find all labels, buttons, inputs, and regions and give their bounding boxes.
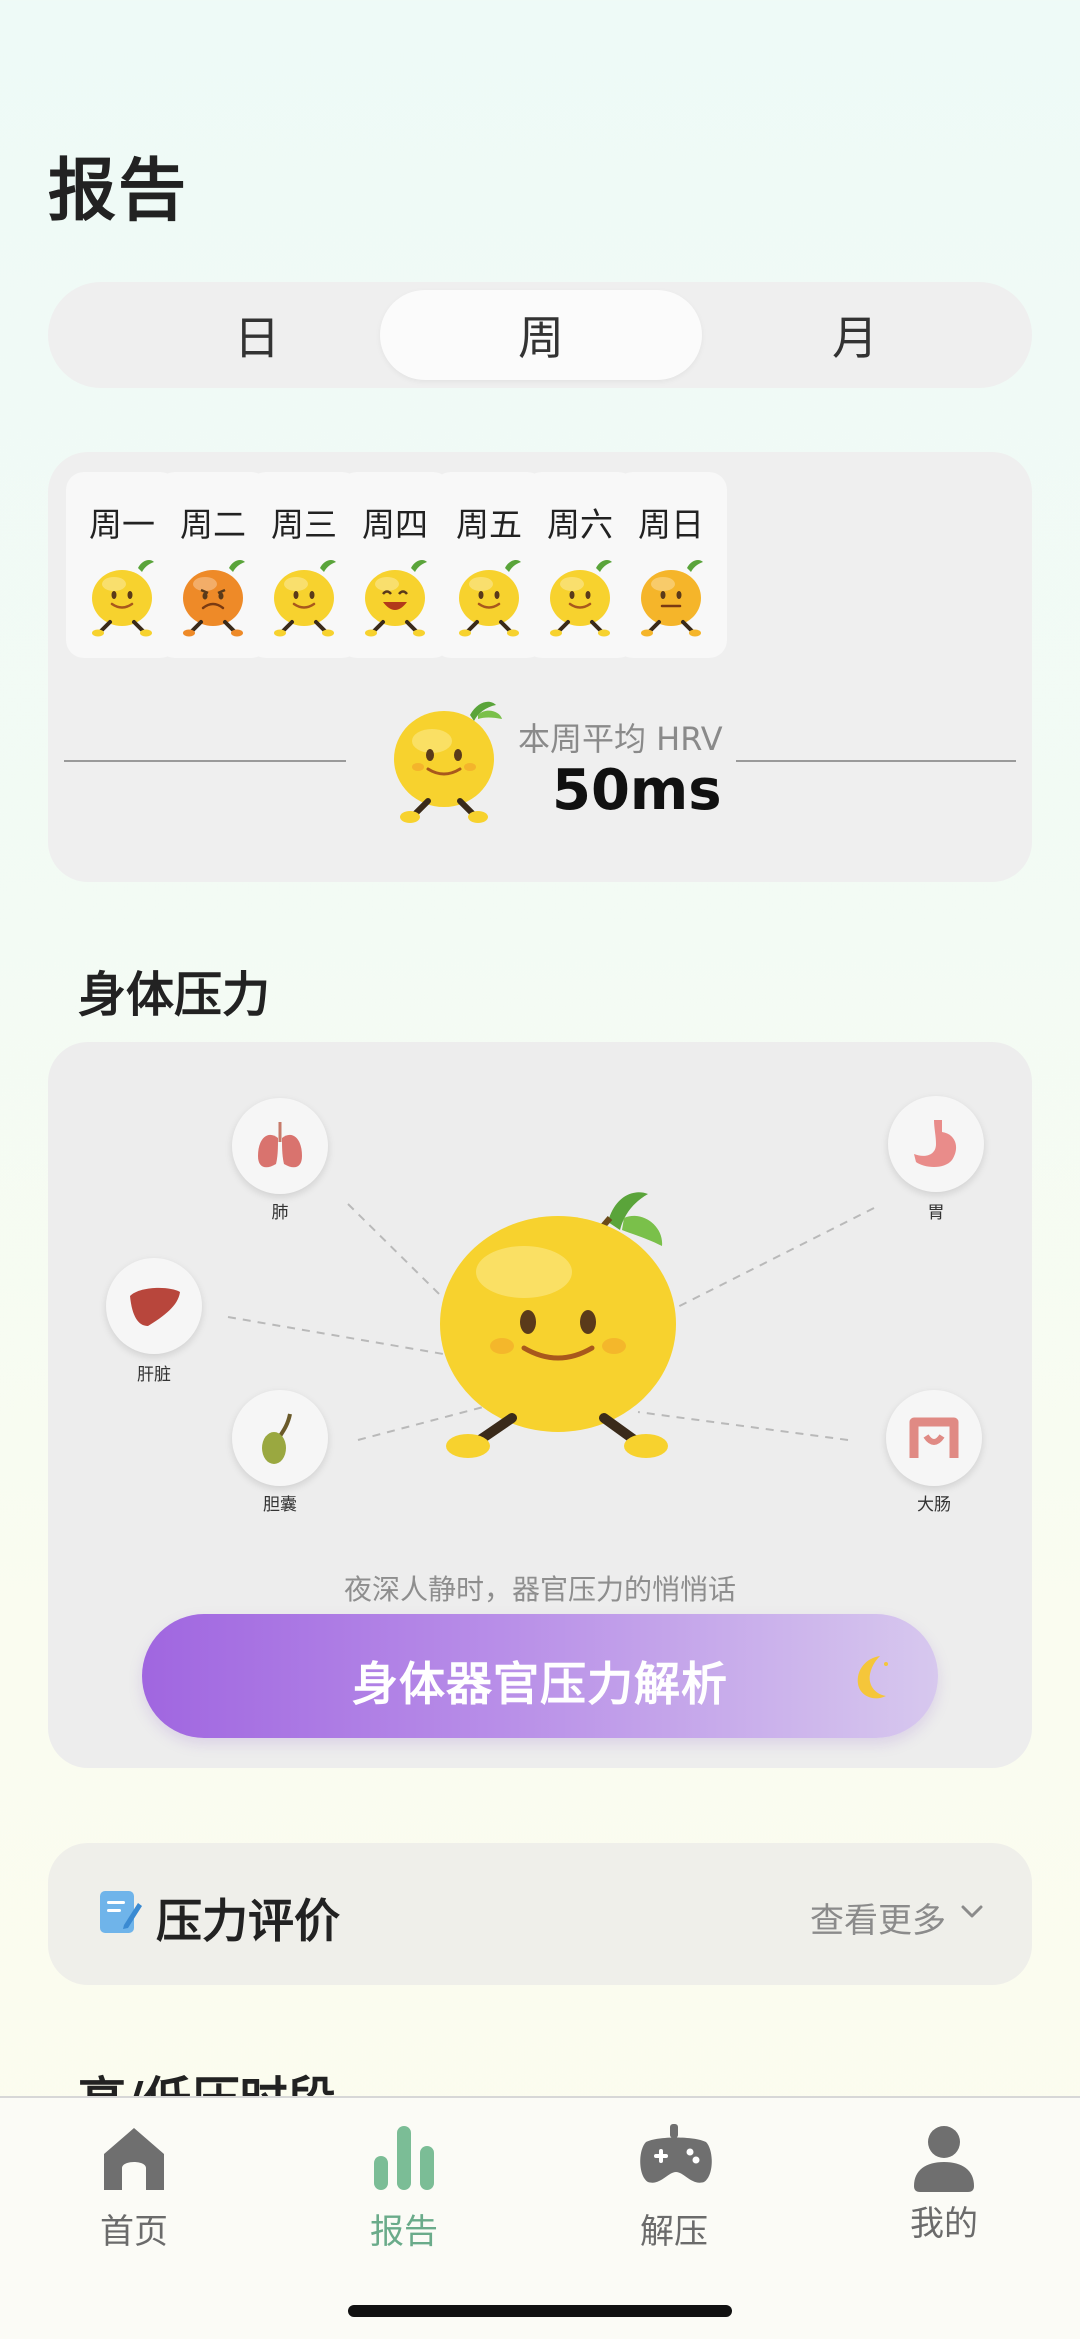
lungs-icon <box>258 1122 302 1168</box>
nav-label-report: 报告 <box>370 2212 438 2252</box>
mood-mascot-calm-icon <box>274 560 336 637</box>
organ-intestine-button[interactable] <box>886 1390 982 1486</box>
mood-mascot-calm-icon <box>550 560 612 637</box>
profile-icon <box>914 2126 974 2192</box>
tab-week[interactable]: 周 <box>380 290 702 380</box>
bottom-tab-bar: 首页 报告 解压 我的 <box>0 2096 1080 2339</box>
organ-lungs-button[interactable] <box>232 1098 328 1194</box>
organ-label-stomach: 胃 <box>927 1203 945 1223</box>
organ-label-liver: 肝脏 <box>137 1365 171 1385</box>
gallbladder-icon <box>262 1413 292 1464</box>
stress-evaluation-card[interactable]: 压力评价 查看更多 <box>48 1843 1032 1985</box>
hrv-value: 50ms <box>552 758 722 823</box>
page-title: 报告 <box>48 152 189 231</box>
report-icon <box>374 2126 434 2190</box>
day-tile[interactable]: 周日 <box>615 472 727 658</box>
intestine-icon <box>909 1417 959 1458</box>
divider-right <box>736 760 1016 762</box>
notepad-icon <box>100 1891 142 1933</box>
tab-day[interactable]: 日 <box>96 290 418 380</box>
mood-mascot-sad-icon <box>183 560 245 637</box>
nav-item-profile[interactable]: 我的 <box>844 2108 1044 2258</box>
divider-left <box>64 760 346 762</box>
liver-icon <box>130 1287 180 1326</box>
organ-whisper-text: 夜深人静时，器官压力的悄悄话 <box>343 1573 736 1606</box>
stomach-icon <box>914 1120 957 1167</box>
day-label: 周日 <box>638 505 704 544</box>
mood-mascot-meh-icon <box>641 560 703 637</box>
organ-gallbladder-button[interactable] <box>232 1390 328 1486</box>
period-segmented-control: 日 周 月 <box>48 282 1032 388</box>
section-title-body-stress: 身体压力 <box>78 967 271 1023</box>
organ-stomach-button[interactable] <box>888 1096 984 1192</box>
home-icon <box>104 2128 164 2190</box>
organ-label-gallbladder: 胆囊 <box>263 1495 297 1515</box>
lemon-mascot-icon <box>440 1192 676 1458</box>
lemon-mascot-icon <box>394 701 502 823</box>
moon-icon <box>857 1656 888 1699</box>
nav-label-relax: 解压 <box>640 2212 708 2252</box>
organ-stress-analysis-button[interactable]: 身体器官压力解析 <box>142 1614 938 1738</box>
gamepad-icon <box>640 2124 712 2183</box>
nav-item-relax[interactable]: 解压 <box>574 2108 774 2258</box>
mood-mascot-calm-icon <box>92 560 154 637</box>
analysis-button-label: 身体器官压力解析 <box>352 1657 728 1711</box>
organ-label-intestine: 大肠 <box>917 1495 951 1515</box>
nav-item-home[interactable]: 首页 <box>34 2108 234 2258</box>
mood-mascot-calm-icon <box>459 560 521 637</box>
nav-item-report[interactable]: 报告 <box>304 2108 504 2258</box>
week-mood-card: 周一 周二 周三 周四 周五 周六 周日 本周平均 HRV 50ms <box>48 452 1032 882</box>
view-more-link[interactable]: 查看更多 <box>810 1893 946 1942</box>
tab-month[interactable]: 月 <box>694 290 1016 380</box>
chevron-down-icon[interactable] <box>958 1897 986 1925</box>
organ-liver-button[interactable] <box>106 1258 202 1354</box>
body-stress-card[interactable]: 肺 胃 肝脏 胆囊 大肠 夜深人静时，器官压力的悄悄话 身体器官压力解析 <box>48 1042 1032 1768</box>
nav-label-home: 首页 <box>100 2212 168 2252</box>
hrv-label: 本周平均 HRV <box>518 720 723 758</box>
nav-label-profile: 我的 <box>910 2204 978 2244</box>
mood-mascot-happy-icon <box>365 560 427 637</box>
home-indicator <box>348 2305 732 2317</box>
stress-evaluation-title: 压力评价 <box>156 1894 340 1948</box>
organ-label-lungs: 肺 <box>271 1203 289 1223</box>
